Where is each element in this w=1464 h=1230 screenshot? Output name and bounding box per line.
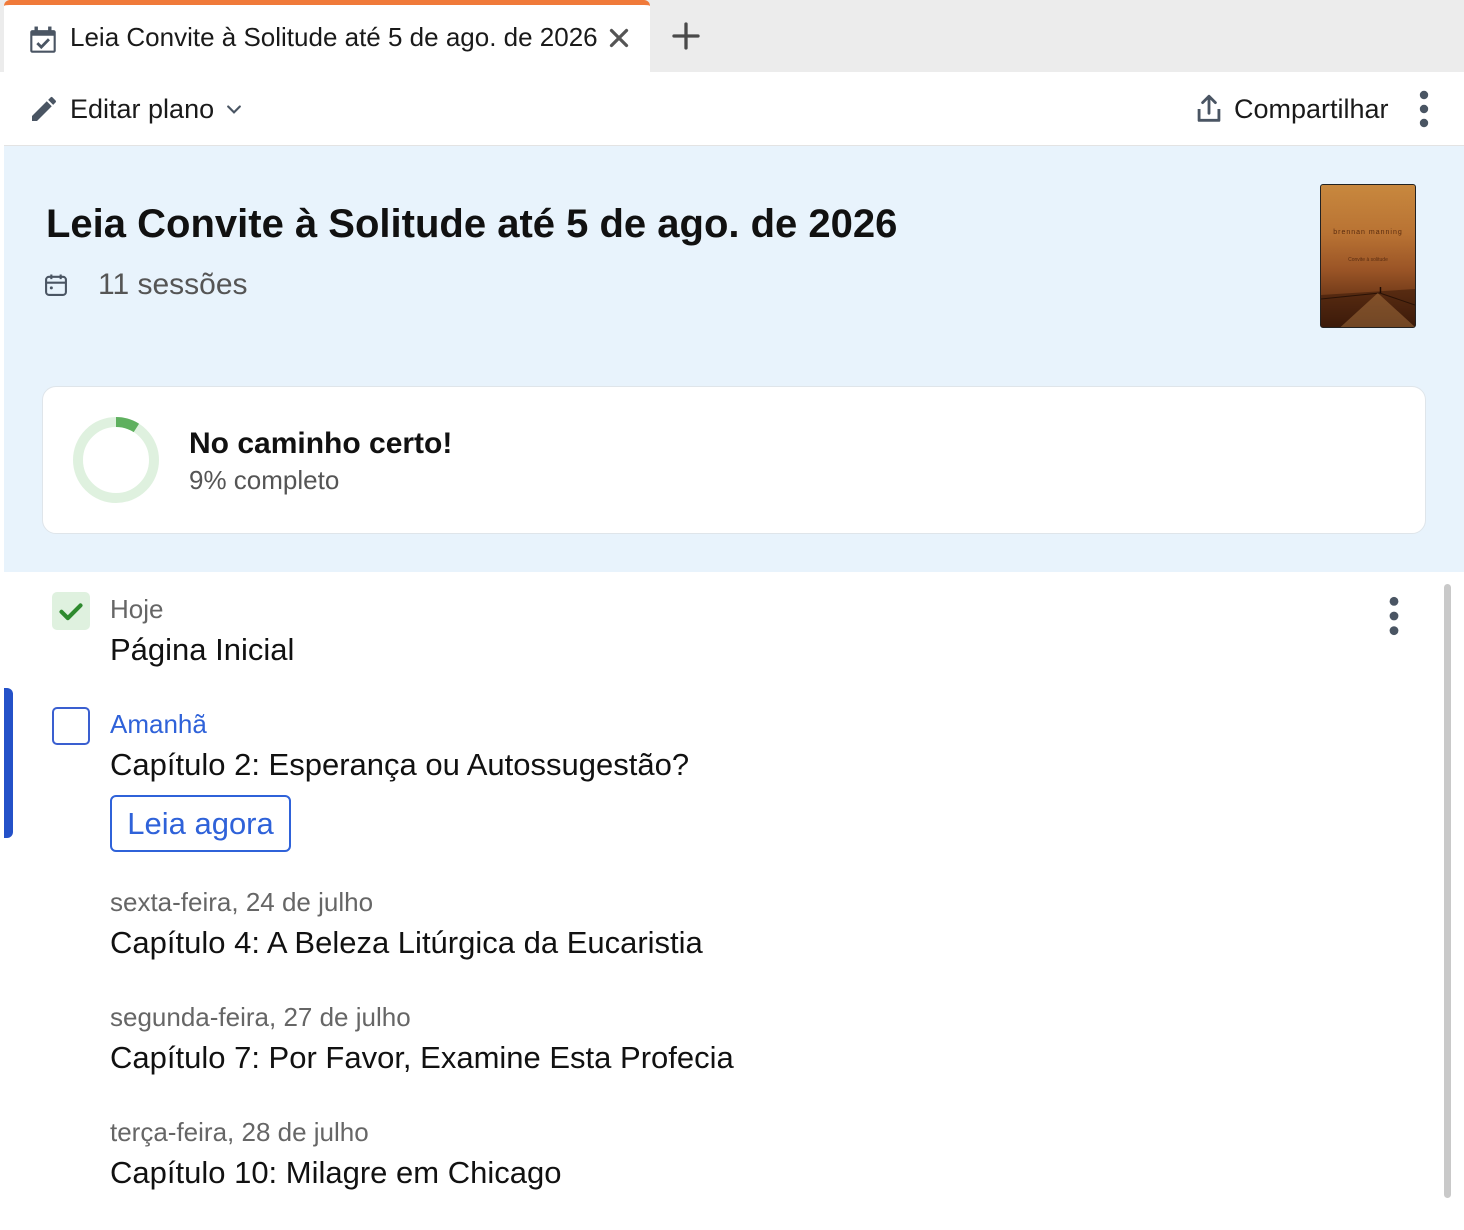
book-cover: brennan manning Convite à solitude	[1320, 184, 1416, 328]
share-label: Compartilhar	[1234, 93, 1389, 124]
share-icon	[1197, 94, 1221, 122]
close-icon[interactable]	[604, 23, 634, 53]
calendar-icon	[45, 274, 67, 296]
session-chapter: Página Inicial	[110, 632, 295, 667]
list-item[interactable]: segunda-feira, 27 de julho Capítulo 7: P…	[4, 992, 1424, 1102]
session-day: sexta-feira, 24 de julho	[110, 887, 374, 917]
read-now-button[interactable]: Leia agora	[110, 795, 291, 852]
more-options-icon[interactable]	[1410, 88, 1438, 130]
toolbar: Editar plano Compartilhar	[4, 72, 1464, 146]
list-item[interactable]: Amanhã Capítulo 2: Esperança ou Autossug…	[4, 687, 1424, 867]
checkmark-icon	[59, 603, 83, 621]
session-chapter: Capítulo 4: A Beleza Litúrgica da Eucari…	[110, 925, 703, 960]
plan-header: Leia Convite à Solitude até 5 de ago. de…	[4, 146, 1464, 572]
progress-status: No caminho certo!	[189, 427, 453, 460]
book-cover-subtitle: Convite à solitude	[1348, 257, 1388, 263]
page-title: Leia Convite à Solitude até 5 de ago. de…	[46, 202, 898, 246]
tab-title: Leia Convite à Solitude até 5 de ago. de…	[70, 22, 598, 52]
tab-plan[interactable]: Leia Convite à Solitude até 5 de ago. de…	[4, 0, 650, 72]
session-chapter: Capítulo 10: Milagre em Chicago	[110, 1155, 562, 1190]
book-author: brennan manning	[1333, 229, 1403, 236]
session-checkbox-done[interactable]	[52, 592, 90, 630]
pencil-icon	[32, 96, 56, 121]
session-count-label: 11 sessões	[98, 268, 248, 301]
plus-icon[interactable]	[668, 18, 704, 54]
list-item[interactable]: terça-feira, 28 de julho Capítulo 10: Mi…	[4, 1107, 1424, 1217]
progress-ring	[73, 417, 159, 503]
edit-plan-label: Editar plano	[70, 93, 215, 124]
session-checkbox[interactable]	[52, 707, 90, 745]
edit-plan-button[interactable]: Editar plano	[28, 88, 244, 130]
tab-strip: Leia Convite à Solitude até 5 de ago. de…	[0, 0, 1464, 72]
session-chapter: Capítulo 2: Esperança ou Autossugestão?	[110, 747, 690, 782]
session-count: 11 sessões	[42, 268, 248, 302]
share-button[interactable]: Compartilhar	[1192, 88, 1389, 130]
scrollbar[interactable]	[1444, 584, 1451, 1198]
bridge-image	[1321, 287, 1415, 327]
list-item[interactable]: sexta-feira, 24 de julho Capítulo 4: A B…	[4, 877, 1424, 987]
session-day: segunda-feira, 27 de julho	[110, 1002, 411, 1032]
session-day: Hoje	[110, 594, 164, 624]
progress-card: No caminho certo! 9% completo	[42, 386, 1426, 534]
session-chapter: Capítulo 7: Por Favor, Examine Esta Prof…	[110, 1040, 734, 1075]
calendar-check-icon	[30, 26, 56, 53]
more-options-icon[interactable]	[1380, 594, 1408, 638]
session-day: Amanhã	[110, 709, 207, 739]
session-list: Hoje Página Inicial Amanhã Capítulo 2: E…	[4, 572, 1464, 1230]
session-day: terça-feira, 28 de julho	[110, 1117, 369, 1147]
progress-percent: 9% completo	[189, 465, 340, 495]
chevron-down-icon	[227, 105, 242, 114]
list-item[interactable]: Hoje Página Inicial	[4, 572, 1424, 682]
